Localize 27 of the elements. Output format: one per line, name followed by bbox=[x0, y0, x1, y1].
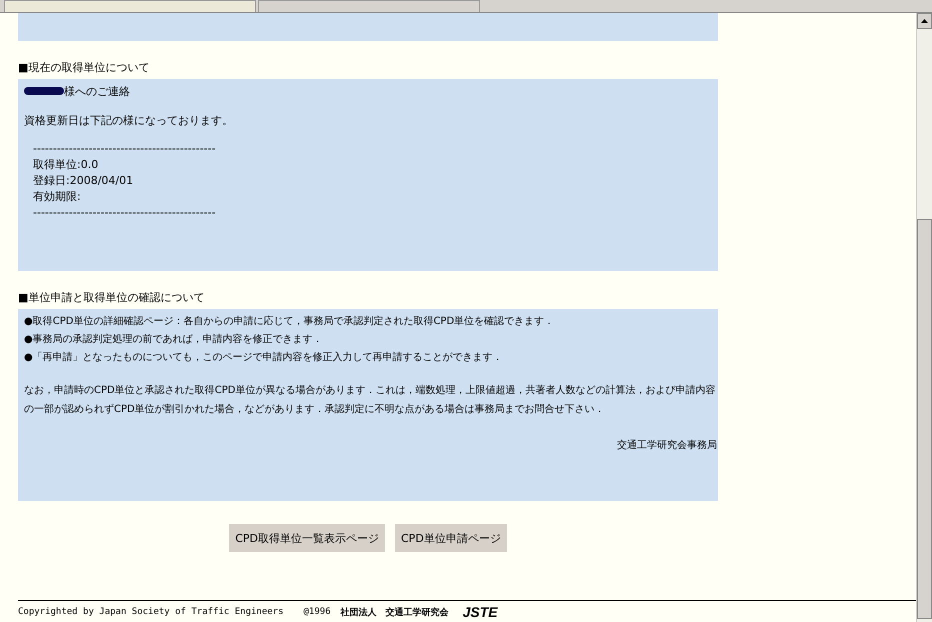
copyright-text: Copyrighted by Japan Society of Traffic Engineers bbox=[18, 607, 284, 617]
new-tab-button[interactable] bbox=[258, 0, 480, 12]
logo-text: JSTE bbox=[462, 604, 498, 620]
section-heading: ■単位申請と取得単位の確認について bbox=[18, 291, 206, 305]
page-link-button[interactable]: CPD単位申請ページ bbox=[395, 524, 507, 552]
greeting-text: 様へのご連絡 bbox=[64, 84, 130, 98]
info-text: 取得単位:0.0 bbox=[33, 157, 100, 173]
scrollbar[interactable] bbox=[916, 13, 932, 622]
copyright-year: @1996 bbox=[304, 607, 331, 617]
bullet-text: ●事務局の承認判定処理の前であれば，申請内容を修正できます． bbox=[24, 332, 324, 347]
redacted-name bbox=[24, 87, 64, 95]
message-text: 資格更新日は下記の様になっております。 bbox=[24, 113, 234, 129]
bullet-text: ●取得CPD単位の詳細確認ページ：各自からの申請に応じて，事務局で承認判定された取得CPD単位を確認できます． bbox=[24, 314, 556, 329]
scrollbar-thumb[interactable] bbox=[917, 219, 932, 619]
separator-text: ---------------------------------------------- bbox=[33, 205, 217, 221]
info-text: 有効期限: bbox=[33, 189, 82, 205]
bullet-text: ●「再申請」となったものについても，このページで申請内容を修正入力して再申請することができます． bbox=[24, 350, 504, 365]
up-arrow-icon bbox=[921, 19, 928, 23]
info-text: 登録日:2008/04/01 bbox=[33, 173, 134, 189]
browser-tab[interactable] bbox=[4, 0, 256, 12]
signature-text: 交通工学研究会事務局 bbox=[616, 438, 717, 452]
note-text: なお，申請時のCPD単位と承認された取得CPD単位が異なる場合があります．これは，端数処理，上限値超過，共著者人数などの計算法，および申請内容の一部が認められずCPD単位が割引かれた場合，などがあります．承認判定に不明な点がある場合は事務局までお問合せ下さい． bbox=[24, 384, 716, 417]
scroll-up-button[interactable] bbox=[917, 13, 932, 29]
organization-name: 社団法人 交通工学研究会 bbox=[340, 606, 449, 618]
page-link-button[interactable]: CPD取得単位一覧表示ページ bbox=[229, 524, 385, 552]
section-heading: ■現在の取得単位について bbox=[18, 61, 150, 75]
separator-text: ---------------------------------------------- bbox=[33, 141, 217, 157]
